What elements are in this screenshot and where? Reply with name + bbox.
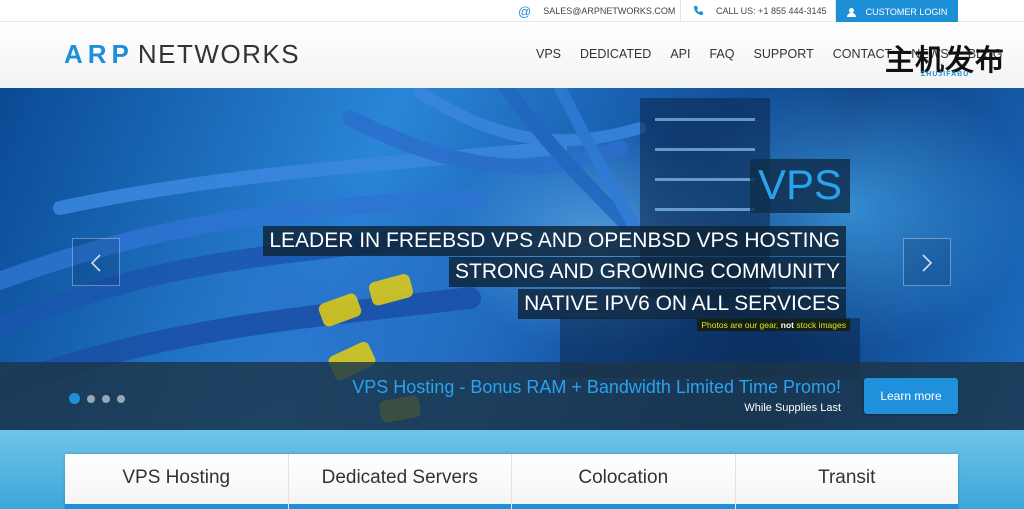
photo-note-post: stock images <box>796 320 846 330</box>
site-logo[interactable]: ARP NETWORKS <box>64 39 300 70</box>
customer-login-label: CUSTOMER LOGIN <box>865 7 948 17</box>
slider-dots <box>69 393 132 404</box>
hero-tagline: NATIVE IPV6 ON ALL SERVICES <box>518 289 846 319</box>
learn-more-button[interactable]: Learn more <box>864 378 958 414</box>
service-tab-vps-hosting[interactable]: VPS Hosting <box>65 454 289 509</box>
phone-text: CALL US: +1 855 444-3145 <box>716 6 827 16</box>
chevron-right-icon <box>922 254 933 272</box>
nav-item-support[interactable]: SUPPORT <box>754 47 814 61</box>
hero-tagline: LEADER IN FREEBSD VPS AND OPENBSD VPS HO… <box>263 226 846 256</box>
services-tabs: VPS Hosting Dedicated Servers Colocation… <box>65 454 958 509</box>
email-text[interactable]: SALES@ARPNETWORKS.COM <box>543 6 675 16</box>
top-bar: @ SALES@ARPNETWORKS.COM CALL US: +1 855 … <box>0 0 1024 24</box>
customer-login-button[interactable]: CUSTOMER LOGIN <box>836 0 958 24</box>
phone-contact[interactable]: CALL US: +1 855 444-3145 <box>693 0 827 22</box>
promo-bar: VPS Hosting - Bonus RAM + Bandwidth Limi… <box>0 362 1024 430</box>
nav-item-contact[interactable]: CONTACT <box>833 47 893 61</box>
promo-headline[interactable]: VPS Hosting - Bonus RAM + Bandwidth Limi… <box>352 377 841 398</box>
photo-disclaimer: Photos are our gear, not stock images <box>697 319 850 331</box>
phone-icon <box>693 5 704 18</box>
user-icon <box>846 7 856 17</box>
service-tab-dedicated-servers[interactable]: Dedicated Servers <box>288 454 512 509</box>
slider-dot[interactable] <box>69 393 80 404</box>
watermark-overlay: 主机发布 ZHUJIFABU <box>885 40 1004 80</box>
slider-dot[interactable] <box>102 394 110 403</box>
logo-rest: NETWORKS <box>137 39 301 69</box>
divider <box>680 0 681 22</box>
at-icon: @ <box>518 3 532 19</box>
nav-item-vps[interactable]: VPS <box>536 47 561 61</box>
email-contact[interactable]: @ SALES@ARPNETWORKS.COM <box>518 0 675 22</box>
slider-dot[interactable] <box>87 394 95 403</box>
service-tab-colocation[interactable]: Colocation <box>512 454 736 509</box>
slider-prev-button[interactable] <box>72 238 120 286</box>
nav-item-dedicated[interactable]: DEDICATED <box>580 47 651 61</box>
slider-next-button[interactable] <box>903 238 951 286</box>
site-header: ARP NETWORKS VPS DEDICATED API FAQ SUPPOR… <box>0 22 1024 88</box>
photo-note-bold: not <box>780 320 795 330</box>
hero-tagline: STRONG AND GROWING COMMUNITY <box>449 257 846 287</box>
slider-dot[interactable] <box>117 394 125 403</box>
chevron-left-icon <box>90 254 101 272</box>
service-tab-transit[interactable]: Transit <box>735 454 958 509</box>
hero-title: VPS <box>749 159 850 213</box>
photo-note-pre: Photos are our gear, <box>701 320 779 330</box>
watermark-sub: ZHUJIFABU <box>921 71 970 78</box>
promo-subtext: While Supplies Last <box>744 402 841 414</box>
nav-item-api[interactable]: API <box>670 47 690 61</box>
logo-accent: ARP <box>64 39 134 69</box>
hero-slider: VPS LEADER IN FREEBSD VPS AND OPENBSD VP… <box>0 88 1024 430</box>
nav-item-faq[interactable]: FAQ <box>709 47 734 61</box>
